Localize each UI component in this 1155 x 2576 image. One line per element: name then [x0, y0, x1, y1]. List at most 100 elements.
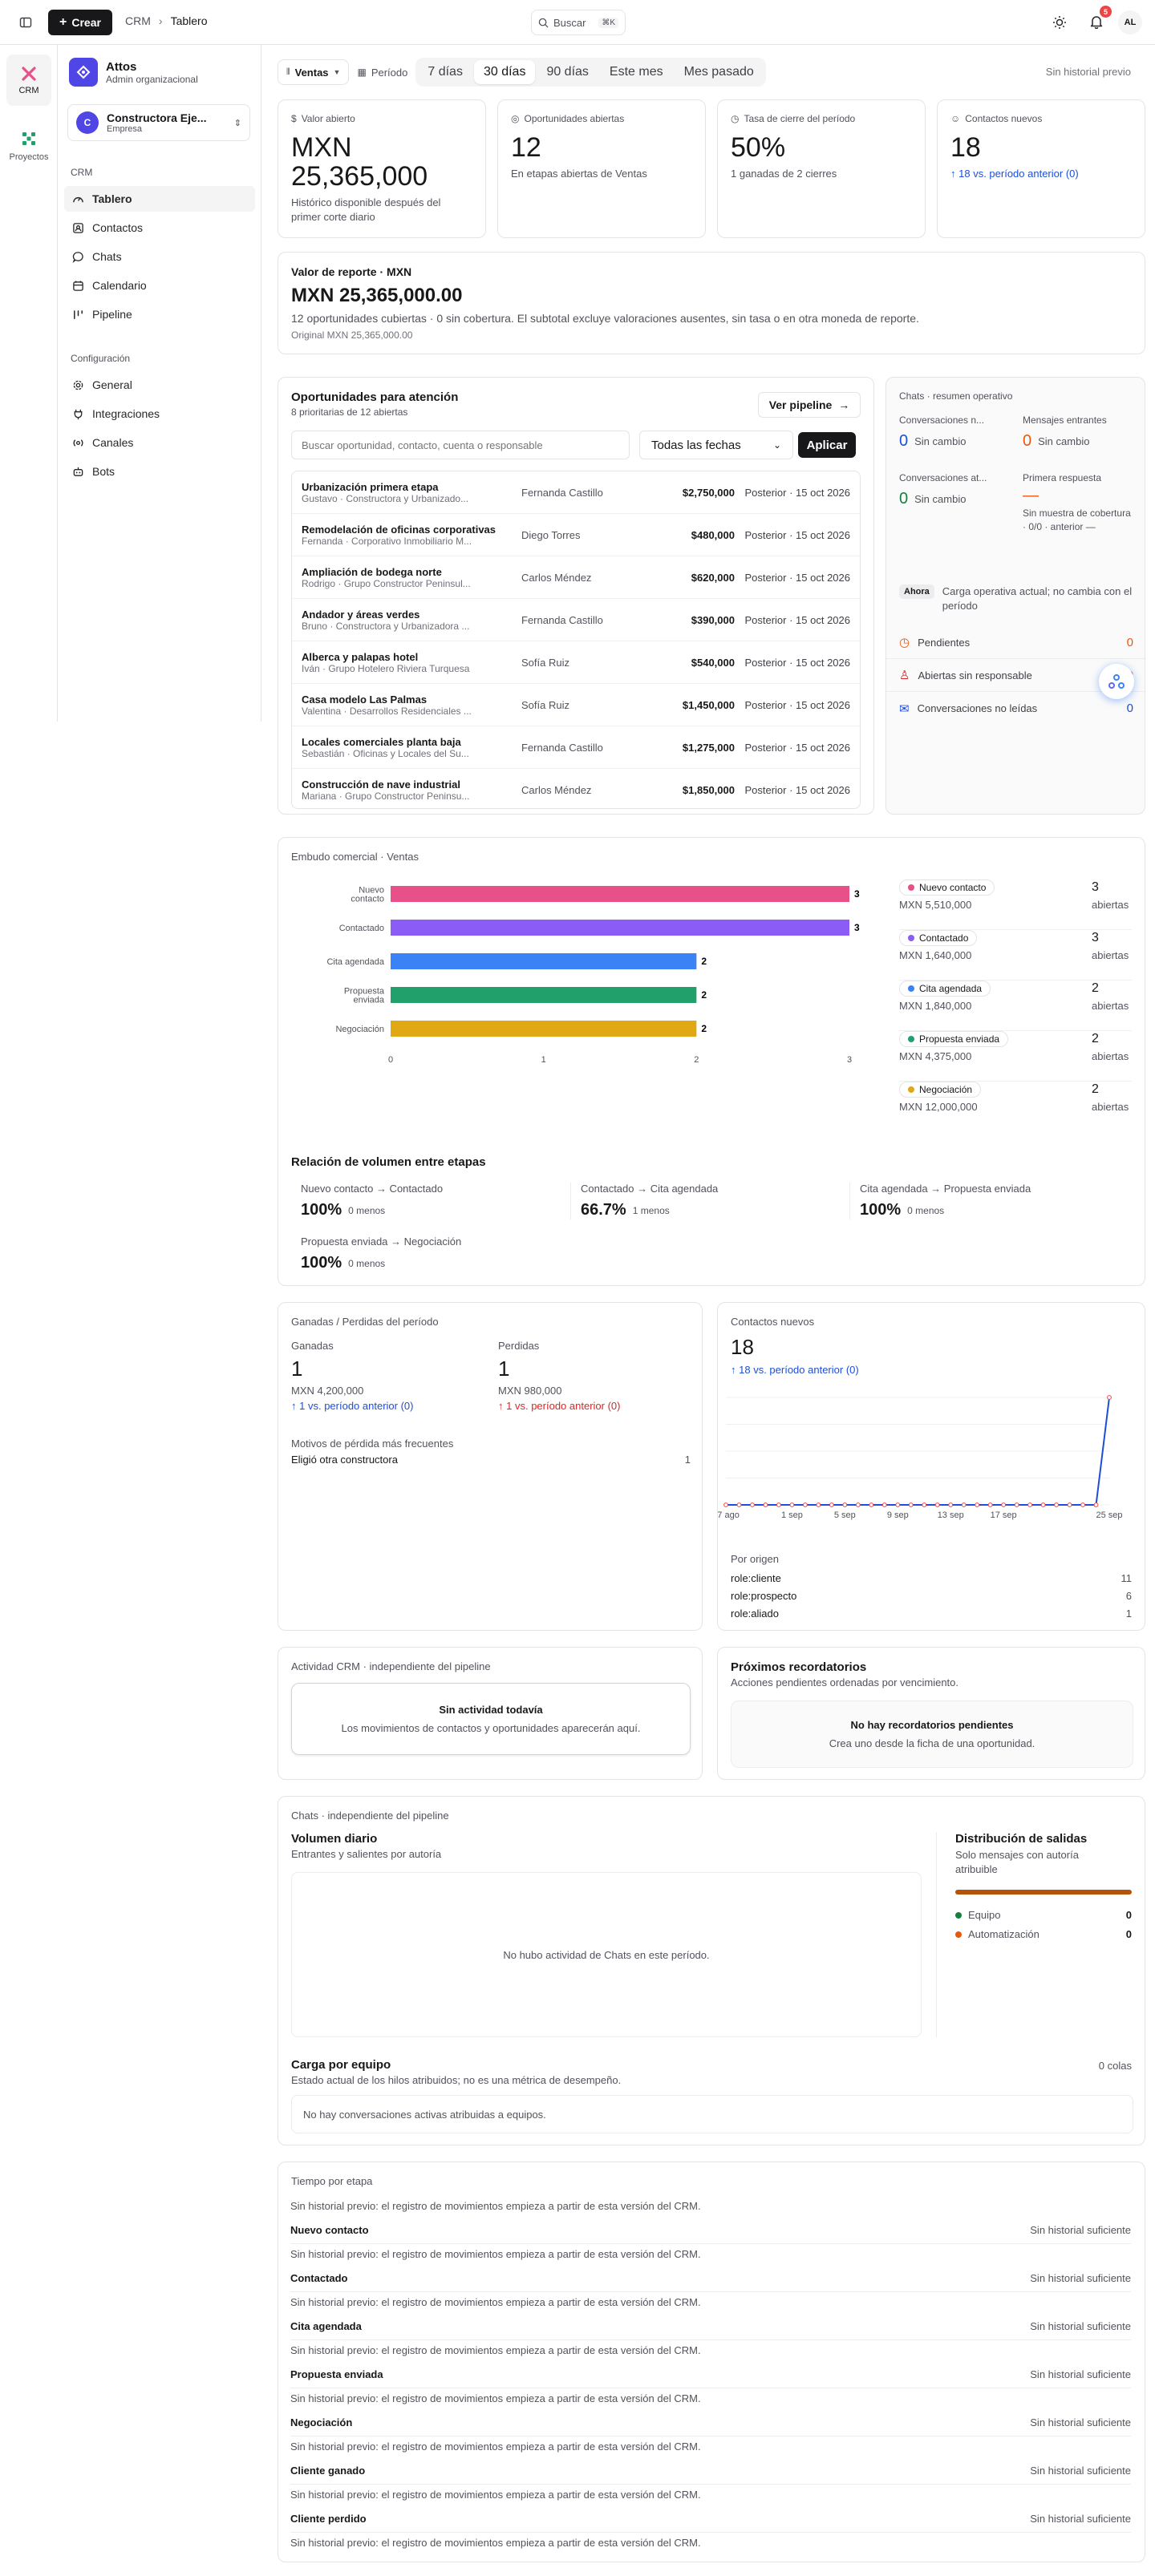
contacts-point[interactable]	[763, 1502, 768, 1507]
funnel-bar[interactable]	[391, 953, 697, 969]
contacts-point[interactable]	[1054, 1502, 1059, 1507]
sidebar-item-canales[interactable]: Canales	[64, 430, 255, 455]
opportunity-contact: Rodrigo · Grupo Constructor Peninsul...	[302, 577, 471, 589]
breadcrumb-crm[interactable]: CRM	[125, 14, 151, 27]
contacts-point[interactable]	[934, 1502, 940, 1507]
range-mes-pasado[interactable]: Mes pasado	[675, 60, 764, 84]
range-7-dias[interactable]: 7 días	[418, 60, 472, 84]
floating-assistant-button[interactable]	[1099, 664, 1134, 699]
origin-list: role:cliente 11 role:prospecto 6 role:aliado…	[731, 1569, 1132, 1622]
contacts-point[interactable]	[816, 1502, 821, 1507]
sidebar-item-bots[interactable]: Bots	[64, 459, 255, 484]
opportunity-row[interactable]: Urbanización primera etapa Gustavo · Cons…	[292, 471, 860, 514]
sidebar-item-calendario[interactable]: Calendario	[64, 273, 255, 298]
contacts-point[interactable]	[802, 1502, 808, 1507]
x-tick-label: 1 sep	[781, 1510, 803, 1520]
chats-summary-card: Chats · resumen operativo Conversaciones…	[886, 377, 1146, 815]
chats-item-pendientes[interactable]: ◷ Pendientes 0	[886, 626, 1146, 659]
sidebar-item-integraciones[interactable]: Integraciones	[64, 401, 255, 427]
contacts-point[interactable]	[908, 1502, 914, 1507]
avatar[interactable]: AL	[1118, 10, 1142, 34]
contacts-point[interactable]	[842, 1502, 848, 1507]
contacts-point[interactable]	[987, 1502, 993, 1507]
opportunity-amount: $480,000	[691, 528, 735, 541]
search-placeholder: Buscar	[553, 16, 586, 29]
sidebar-item-pipeline[interactable]: Pipeline	[64, 301, 255, 327]
contacts-point[interactable]	[829, 1502, 834, 1507]
activity-card: Actividad CRM · independiente del pipeli…	[278, 1647, 703, 1780]
search-box[interactable]: Buscar ⌘K	[531, 10, 626, 35]
range-30-dias[interactable]: 30 días	[473, 60, 536, 84]
chevron-right-icon: ›	[158, 14, 163, 27]
sidebar-toggle-icon[interactable]	[18, 14, 34, 30]
stage-item[interactable]: Cita agendada 2 MXN 1,840,000 abiertas	[899, 981, 1132, 1031]
chats-card: Chats · independiente del pipeline Volum…	[278, 1796, 1145, 2145]
stage-item[interactable]: Propuesta enviada 2 MXN 4,375,000 abiertas	[899, 1031, 1132, 1082]
opportunity-row[interactable]: Ampliación de bodega norte Rodrigo · Grup…	[292, 556, 860, 599]
company-switcher[interactable]: C Constructora Eje... Empresa ⇕	[67, 104, 250, 141]
range-este-mes[interactable]: Este mes	[600, 60, 673, 84]
create-button[interactable]: + Crear	[48, 10, 112, 35]
opportunity-row[interactable]: Casa modelo Las Palmas Valentina · Desarr…	[292, 684, 860, 726]
contacts-point[interactable]	[776, 1502, 781, 1507]
range-90-dias[interactable]: 90 días	[537, 60, 598, 84]
opportunity-row[interactable]: Remodelación de oficinas corporativas Fer…	[292, 514, 860, 556]
contacts-point[interactable]	[1040, 1502, 1046, 1507]
funnel-bar[interactable]	[391, 886, 849, 902]
contacts-point[interactable]	[881, 1502, 887, 1507]
contacts-point[interactable]	[948, 1502, 954, 1507]
contacts-point[interactable]	[1107, 1395, 1112, 1400]
view-pipeline-button[interactable]: Ver pipeline →	[758, 392, 861, 418]
opportunity-row[interactable]: Locales comerciales planta baja Sebastián…	[292, 726, 860, 769]
stage-item[interactable]: Contactado 3 MXN 1,640,000 abiertas	[899, 930, 1132, 981]
sidebar-item-general[interactable]: General	[64, 372, 255, 398]
apply-button[interactable]: Aplicar	[798, 432, 856, 458]
stat-incoming-messages: Mensajes entrantes 0 Sin cambio	[1023, 415, 1107, 450]
mail-icon: ✉	[899, 702, 910, 716]
stage-count: 2	[1092, 1032, 1099, 1045]
sidebar-item-tablero[interactable]: Tablero	[64, 186, 255, 212]
contacts-point[interactable]	[855, 1502, 861, 1507]
relation-item: Contactado → Cita agendada 66.7% 1 menos	[570, 1183, 827, 1219]
contacts-point[interactable]	[922, 1502, 927, 1507]
contacts-point[interactable]	[961, 1502, 967, 1507]
contacts-point[interactable]	[1067, 1502, 1072, 1507]
sidebar-item-chats[interactable]: Chats	[64, 244, 255, 269]
rail-item-crm[interactable]: CRM	[6, 55, 51, 106]
rail-item-proyectos[interactable]: Proyectos	[2, 122, 56, 170]
opportunity-date: Posterior · 15 oct 2026	[744, 741, 850, 754]
opportunity-row[interactable]: Andador y áreas verdes Bruno · Constructo…	[292, 599, 860, 641]
stage-item[interactable]: Nuevo contacto 3 MXN 5,510,000 abiertas	[899, 880, 1132, 930]
date-filter-select[interactable]: Todas las fechas ⌄	[639, 431, 793, 459]
x-tick-label: 17 sep	[991, 1510, 1017, 1520]
opportunity-row[interactable]: Alberca y palapas hotel Iván · Grupo Hote…	[292, 641, 860, 684]
opportunity-row[interactable]: Construcción de nave industrial Mariana ·…	[292, 769, 860, 808]
contacts-point[interactable]	[975, 1502, 980, 1507]
funnel-bar[interactable]	[391, 920, 849, 936]
contacts-point[interactable]	[1027, 1502, 1033, 1507]
contacts-point[interactable]	[1080, 1502, 1085, 1507]
contacts-point[interactable]	[789, 1502, 795, 1507]
contacts-point[interactable]	[895, 1502, 901, 1507]
contacts-point[interactable]	[750, 1502, 755, 1507]
sidebar-item-contactos[interactable]: Contactos	[64, 215, 255, 241]
contacts-point[interactable]	[1093, 1502, 1099, 1507]
contacts-point[interactable]	[723, 1502, 728, 1507]
stage-amount: MXN 4,375,000	[899, 1050, 972, 1062]
contacts-point[interactable]	[736, 1502, 742, 1507]
funnel-bar[interactable]	[391, 987, 697, 1003]
contacts-point[interactable]	[1001, 1502, 1007, 1507]
x-tick-label: 3	[847, 1055, 852, 1065]
target-icon: ◎	[511, 113, 520, 124]
stage-item[interactable]: Negociación 2 MXN 12,000,000 abiertas	[899, 1082, 1132, 1132]
opportunity-name: Construcción de nave industrial	[302, 778, 460, 791]
opportunity-search-input[interactable]	[291, 431, 630, 459]
funnel-bar[interactable]	[391, 1021, 697, 1037]
tiempo-stage-name: Negociación	[290, 2416, 353, 2428]
search-icon	[538, 18, 549, 28]
contacts-point[interactable]	[869, 1502, 874, 1507]
x-tick-label: 0	[388, 1055, 393, 1065]
theme-sun-icon[interactable]	[1051, 14, 1068, 31]
contacts-point[interactable]	[1014, 1502, 1019, 1507]
pipeline-select[interactable]: ⫴ Ventas ▼	[278, 59, 350, 85]
